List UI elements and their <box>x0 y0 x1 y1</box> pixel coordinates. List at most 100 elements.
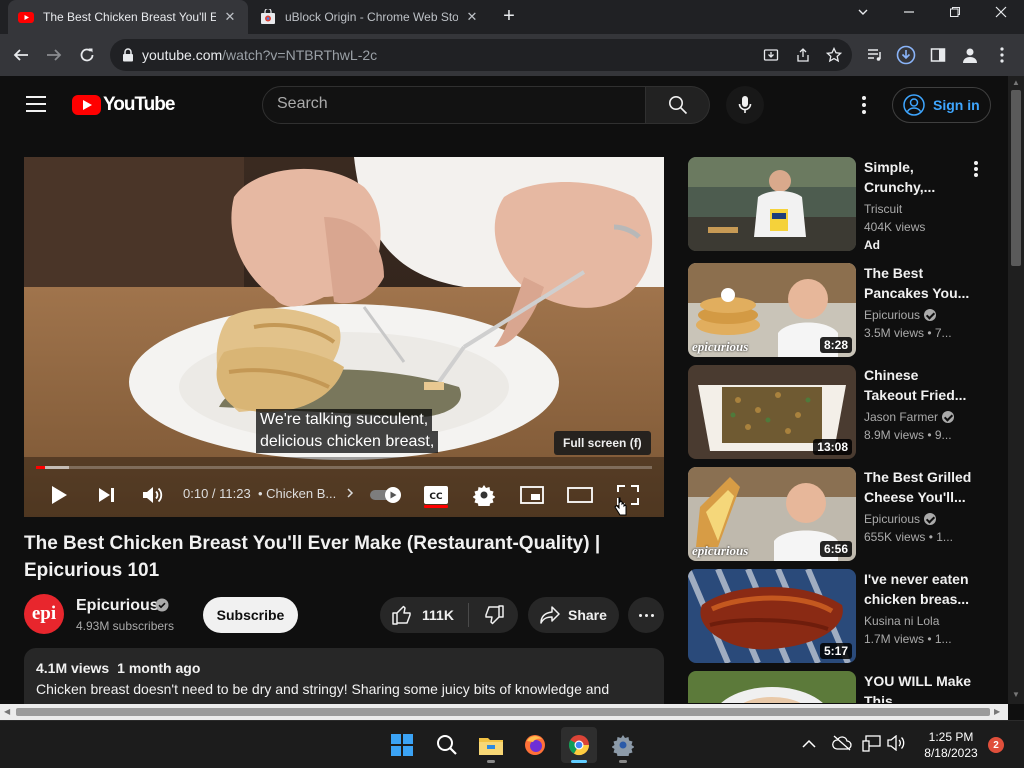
youtube-logo[interactable]: YouTube <box>72 94 175 116</box>
autoplay-toggle-icon[interactable] <box>368 481 404 509</box>
tab-chrome-web-store[interactable]: uBlock Origin - Chrome Web Store ✕ <box>250 0 490 34</box>
restore-icon[interactable] <box>943 5 967 27</box>
video-thumbnail[interactable] <box>688 671 856 703</box>
recommendation-item[interactable]: epicurious 8:28 The Best Pancakes You...… <box>688 263 998 357</box>
chevron-up-icon[interactable] <box>802 739 816 749</box>
chrome-menu-icon[interactable] <box>991 44 1013 66</box>
side-panel-icon[interactable] <box>927 44 949 66</box>
recommendation-title[interactable]: Chinese Takeout Fried... <box>864 365 974 405</box>
network-icon[interactable] <box>862 735 882 753</box>
volume-icon[interactable] <box>887 735 905 751</box>
video-thumbnail[interactable]: epicurious 8:28 <box>688 263 856 357</box>
scroll-down-arrow-icon[interactable]: ▼ <box>1012 690 1020 699</box>
video-thumbnail[interactable] <box>688 157 856 251</box>
download-icon[interactable] <box>895 44 917 66</box>
recommendation-item[interactable]: YOU WILL Make This... <box>688 671 998 703</box>
play-icon[interactable] <box>46 481 72 509</box>
chevron-right-icon <box>347 488 353 498</box>
vertical-scrollbar[interactable]: ▲ ▼ <box>1008 76 1024 704</box>
menu-icon[interactable] <box>26 96 46 112</box>
chrome-web-store-icon <box>261 9 275 24</box>
close-window-icon[interactable] <box>989 5 1013 27</box>
dislike-button[interactable] <box>470 597 518 633</box>
thumbnail-watermark: epicurious <box>692 543 749 558</box>
recommendation-title[interactable]: The Best Grilled Cheese You'll... <box>864 467 974 507</box>
scrollbar-thumb[interactable] <box>1011 90 1021 266</box>
chapter-label[interactable]: • Chicken B... <box>258 486 354 501</box>
video-thumbnail[interactable]: epicurious 6:56 <box>688 467 856 561</box>
theater-mode-icon[interactable] <box>566 481 594 509</box>
recommendation-item[interactable]: epicurious 6:56 The Best Grilled Cheese … <box>688 467 998 561</box>
recommendation-title[interactable]: YOU WILL Make This... <box>864 671 974 703</box>
miniplayer-icon[interactable] <box>518 481 546 509</box>
tab-youtube[interactable]: The Best Chicken Breast You'll Ever Make… <box>8 0 248 34</box>
like-button[interactable]: 111K <box>380 597 468 633</box>
item-menu-icon[interactable] <box>974 161 978 177</box>
video-thumbnail[interactable]: 13:08 <box>688 365 856 459</box>
sign-in-button[interactable]: Sign in <box>892 87 991 123</box>
file-explorer-icon[interactable] <box>473 727 509 763</box>
system-clock[interactable]: 1:25 PM 8/18/2023 <box>916 729 986 761</box>
search-box <box>262 86 646 124</box>
video-duration: 13:08 <box>813 439 852 455</box>
recommendation-title[interactable]: The Best Pancakes You... <box>864 263 974 303</box>
recommendations-list: Simple, Crunchy,... Triscuit 404K views … <box>688 157 998 703</box>
volume-icon[interactable] <box>140 481 166 509</box>
sign-in-label: Sign in <box>933 97 980 113</box>
recommendation-title[interactable]: I've never eaten chicken breas... <box>864 569 974 609</box>
subscribe-button[interactable]: Subscribe <box>203 597 298 633</box>
horizontal-scrollbar[interactable]: ◀ ▶ <box>0 704 1008 720</box>
scrollbar-thumb[interactable] <box>16 708 990 716</box>
search-input[interactable] <box>277 95 627 113</box>
forward-arrow-icon[interactable] <box>43 44 65 66</box>
thumbs-down-icon <box>485 605 504 625</box>
ad-badge: Ad <box>864 238 880 252</box>
channel-name[interactable]: Epicurious <box>76 597 159 615</box>
share-page-icon[interactable] <box>792 44 814 66</box>
video-player[interactable]: We're talking succulent, delicious chick… <box>24 157 664 517</box>
firefox-icon[interactable] <box>517 727 553 763</box>
thumbs-up-icon <box>392 605 411 625</box>
settings-gear-icon[interactable] <box>470 481 498 509</box>
recommendation-item[interactable]: Simple, Crunchy,... Triscuit 404K views … <box>688 157 998 252</box>
address-bar[interactable]: youtube.com/watch?v=NTBRThwL-2c <box>110 39 852 71</box>
voice-search-button[interactable] <box>726 86 764 124</box>
share-button[interactable]: Share <box>528 597 619 633</box>
next-video-icon[interactable] <box>94 481 120 509</box>
close-icon[interactable]: ✕ <box>464 9 480 25</box>
media-queue-icon[interactable] <box>864 44 886 66</box>
chrome-icon[interactable] <box>561 727 597 763</box>
cloud-offline-icon[interactable] <box>832 735 852 751</box>
notification-badge[interactable]: 2 <box>988 737 1004 753</box>
search-button[interactable] <box>646 86 710 124</box>
profile-icon[interactable] <box>959 44 981 66</box>
verified-badge-icon <box>155 598 169 612</box>
windows-start-icon[interactable] <box>384 727 420 763</box>
close-icon[interactable]: ✕ <box>222 9 238 25</box>
settings-icon[interactable] <box>605 727 641 763</box>
channel-avatar[interactable]: epi <box>24 594 64 634</box>
more-actions-icon[interactable] <box>628 597 664 633</box>
minimize-icon[interactable] <box>897 5 921 27</box>
search-icon[interactable] <box>429 727 465 763</box>
reload-icon[interactable] <box>76 44 98 66</box>
scroll-right-arrow-icon[interactable]: ▶ <box>994 707 1000 716</box>
recommendation-item[interactable]: 13:08 Chinese Takeout Fried... Jason Far… <box>688 365 998 459</box>
tab-title: The Best Chicken Breast You'll Ever Make… <box>43 10 216 24</box>
thumbnail-watermark: epicurious <box>692 339 749 354</box>
time-display: 0:10 / 11:23 <box>183 486 251 501</box>
caption-line: delicious chicken breast, <box>256 431 439 453</box>
new-tab-button[interactable]: + <box>498 6 520 28</box>
tab-search-chevron-icon[interactable] <box>851 5 875 27</box>
scroll-left-arrow-icon[interactable]: ◀ <box>4 707 10 716</box>
install-app-icon[interactable] <box>760 44 782 66</box>
bookmark-star-icon[interactable] <box>823 44 845 66</box>
settings-kebab-icon[interactable] <box>854 94 874 116</box>
video-thumbnail[interactable]: 5:17 <box>688 569 856 663</box>
scroll-up-arrow-icon[interactable]: ▲ <box>1012 78 1020 87</box>
progress-bar[interactable] <box>36 466 652 469</box>
recommendation-item[interactable]: 5:17 I've never eaten chicken breas... K… <box>688 569 998 663</box>
video-duration: 6:56 <box>819 541 852 557</box>
back-arrow-icon[interactable] <box>10 44 32 66</box>
recommendation-title[interactable]: Simple, Crunchy,... <box>864 157 974 197</box>
